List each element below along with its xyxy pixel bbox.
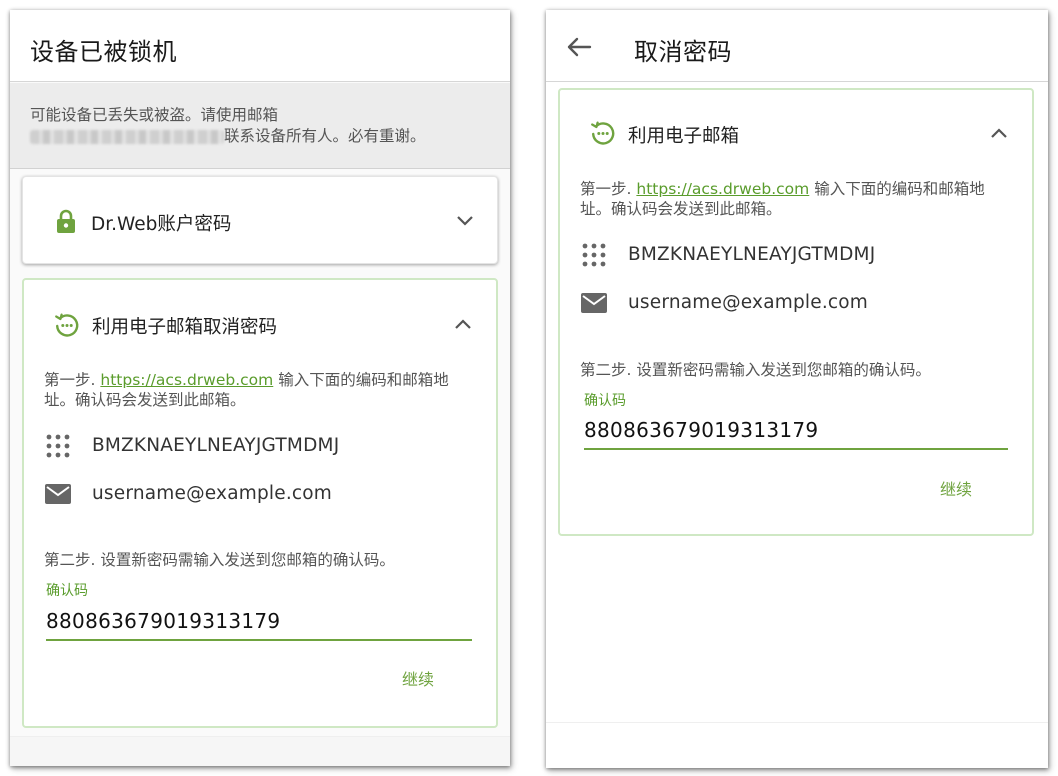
envelope-icon [45, 484, 71, 504]
step2-text: 第二步. 设置新密码需输入发送到您邮箱的确认码。 [44, 551, 395, 569]
right-screen: 取消密码 利用电子邮箱 第一步. https://acs.drweb.com 输… [546, 10, 1048, 768]
continue-button[interactable]: 继续 [402, 666, 434, 690]
account-password-title: Dr.Web账户密码 [91, 214, 232, 235]
email-reset-header[interactable]: 利用电子邮箱 [560, 90, 1032, 170]
email-reset-card: 利用电子邮箱取消密码 第一步. https://acs.drweb.com 输入… [22, 278, 498, 728]
confirm-code-label: 确认码 [584, 393, 626, 409]
envelope-icon [581, 293, 607, 313]
page-title: 设备已被锁机 [30, 38, 177, 66]
bottom-area [10, 736, 510, 766]
notice-line-2-text: 联系设备所有人。必有重谢。 [224, 127, 426, 145]
step2-text: 第二步. 设置新密码需输入发送到您邮箱的确认码。 [580, 361, 931, 379]
app-bar: 取消密码 [546, 10, 1048, 82]
restore-clock-icon [591, 121, 615, 145]
email-reset-card: 利用电子邮箱 第一步. https://acs.drweb.com 输入下面的编… [558, 88, 1034, 536]
email-reset-header[interactable]: 利用电子邮箱取消密码 [24, 280, 496, 360]
arrow-left-icon[interactable] [564, 32, 594, 62]
email-reset-title: 利用电子邮箱 [628, 126, 740, 147]
dots-grid-icon [582, 243, 606, 267]
restore-clock-icon [55, 313, 79, 337]
step1-text: 第一步. https://acs.drweb.com 输入下面的编码和邮箱地 址… [580, 179, 1020, 219]
confirm-code-label: 确认码 [46, 583, 88, 599]
recovery-code: BMZKNAEYLNEAYJGTMDMJ [628, 244, 876, 265]
email-reset-title: 利用电子邮箱取消密码 [92, 317, 278, 338]
notice-line-1: 可能设备已丢失或被盗。请使用邮箱 [30, 106, 279, 124]
page-title: 取消密码 [634, 38, 732, 66]
confirm-code-input[interactable] [46, 609, 472, 641]
lock-icon [57, 209, 75, 233]
account-password-card[interactable]: Dr.Web账户密码 [22, 176, 498, 264]
confirm-code-input[interactable] [584, 418, 1008, 450]
chevron-down-icon[interactable] [456, 215, 474, 227]
email-address: username@example.com [92, 483, 333, 504]
continue-button[interactable]: 继续 [940, 476, 972, 500]
step1-prefix: 第一步. [44, 371, 96, 389]
step1-suffix: 输入下面的编码和邮箱地 [278, 371, 449, 389]
step1-line2: 址。确认码会发送到此邮箱。 [44, 391, 246, 409]
blurred-email [30, 129, 224, 144]
lock-notice: 可能设备已丢失或被盗。请使用邮箱 联系设备所有人。必有重谢。 [10, 83, 510, 169]
recovery-code: BMZKNAEYLNEAYJGTMDMJ [92, 435, 340, 456]
step1-text: 第一步. https://acs.drweb.com 输入下面的编码和邮箱地 址… [44, 370, 484, 410]
notice-line-2: 联系设备所有人。必有重谢。 [30, 126, 490, 147]
step1-prefix: 第一步. [580, 180, 632, 198]
chevron-up-icon[interactable] [454, 318, 472, 330]
chevron-up-icon[interactable] [990, 127, 1008, 139]
app-bar: 设备已被锁机 [10, 10, 510, 82]
acs-link[interactable]: https://acs.drweb.com [636, 180, 809, 198]
step1-suffix: 输入下面的编码和邮箱地 [814, 180, 985, 198]
acs-link[interactable]: https://acs.drweb.com [100, 371, 273, 389]
bottom-area [546, 722, 1048, 768]
step1-line2: 址。确认码会发送到此邮箱。 [580, 200, 782, 218]
left-screen: 设备已被锁机 可能设备已丢失或被盗。请使用邮箱 联系设备所有人。必有重谢。 Dr… [10, 10, 510, 766]
account-password-header[interactable]: Dr.Web账户密码 [23, 177, 497, 265]
email-address: username@example.com [628, 292, 869, 313]
dots-grid-icon [46, 434, 70, 458]
